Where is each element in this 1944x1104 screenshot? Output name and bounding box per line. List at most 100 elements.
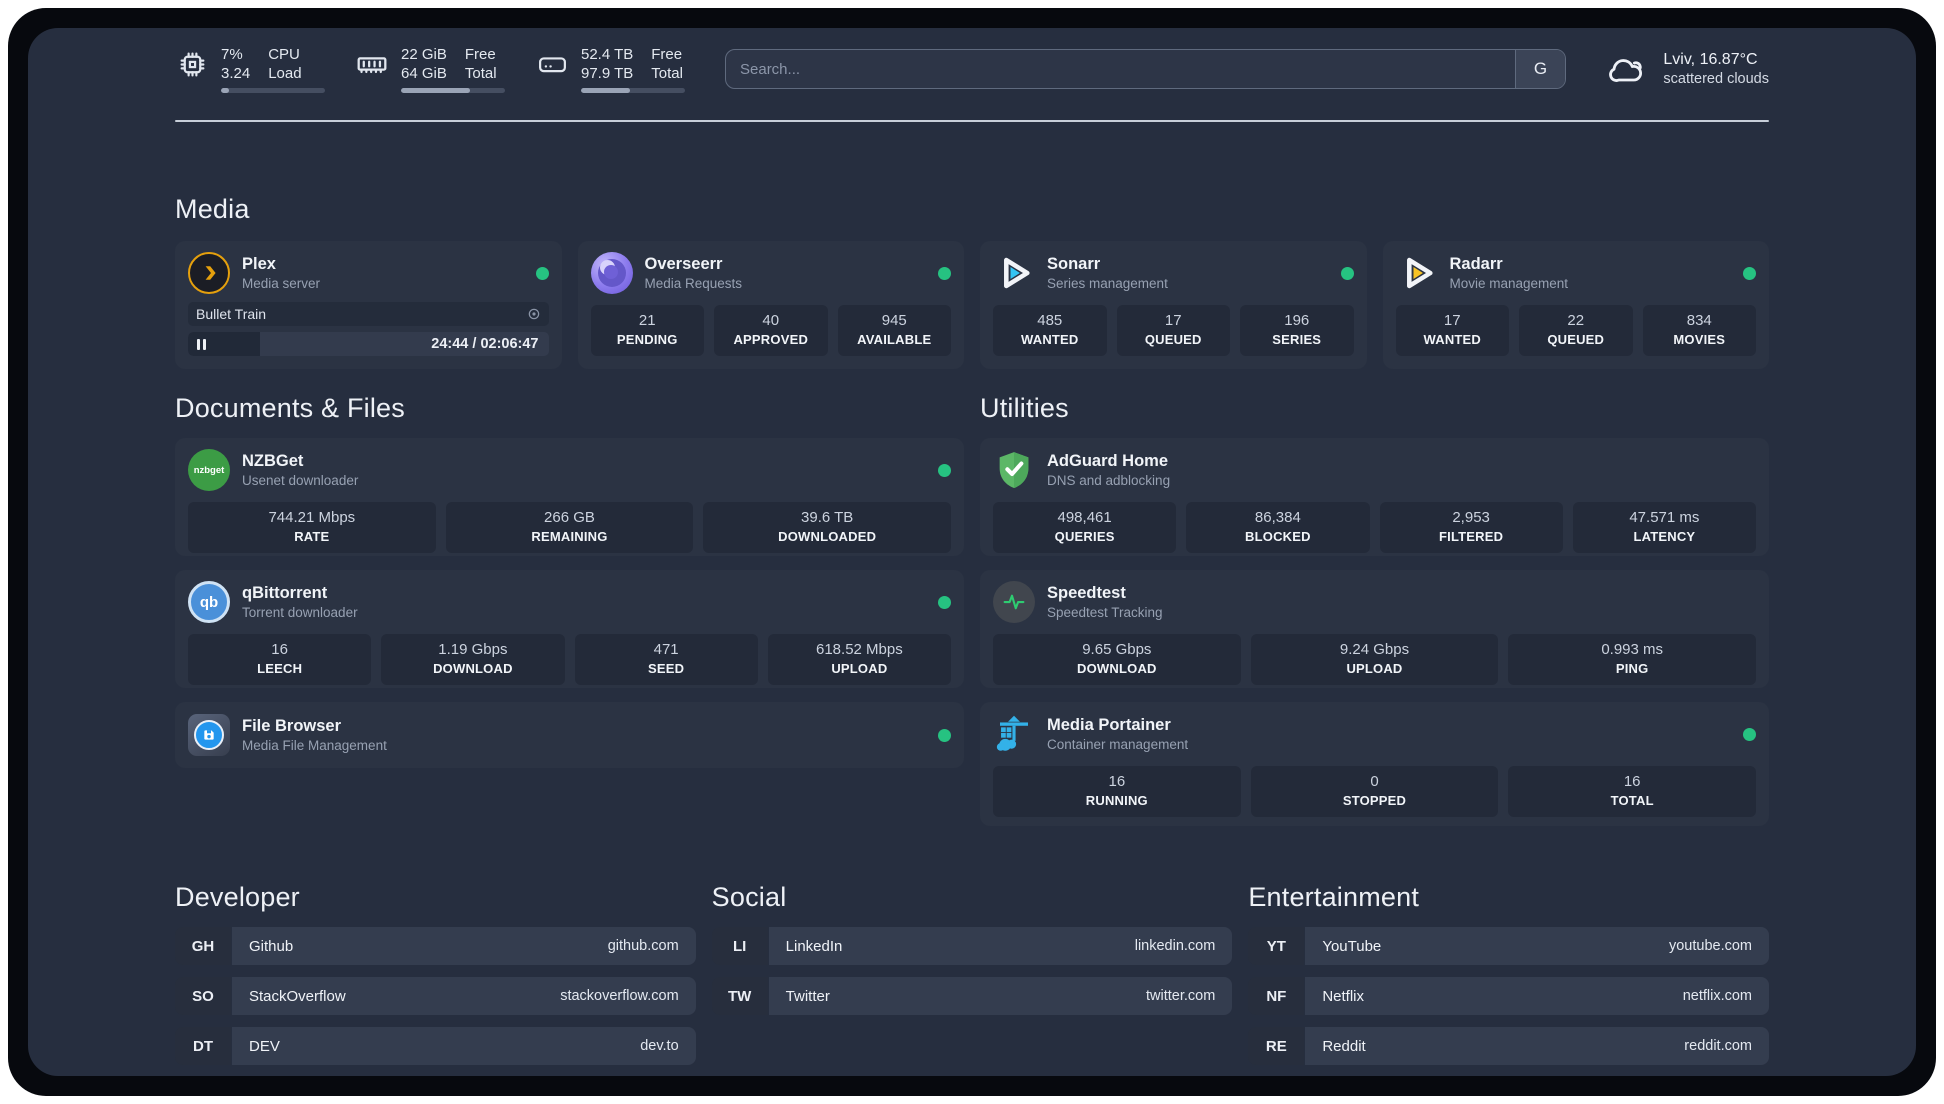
app-title: Media Portainer <box>1047 716 1171 734</box>
stat-tile: 485 WANTED <box>993 305 1107 356</box>
app-card-plex[interactable]: Plex Media server Bullet Train 24:44 / 0… <box>175 241 562 369</box>
app-card-overseerr[interactable]: Overseerr Media Requests 21 PENDING 40 A… <box>577 241 964 369</box>
app-card-adguard[interactable]: AdGuard Home DNS and adblocking 498,461 … <box>980 438 1769 556</box>
bookmark-abbr: GH <box>175 927 231 965</box>
disk-labels: Free Total <box>651 46 683 82</box>
bookmark-abbr: TW <box>711 977 768 1015</box>
stat-tile: 744.21 Mbps RATE <box>188 502 436 553</box>
section-title-entertainment: Entertainment <box>1248 882 1420 912</box>
stat-tile: 618.52 Mbps UPLOAD <box>767 634 951 685</box>
app-subtitle: DNS and adblocking <box>1047 473 1171 488</box>
cpu-icon <box>175 47 209 81</box>
radarr-icon <box>1396 252 1438 294</box>
bookmark-name: Reddit <box>1322 1037 1366 1055</box>
bookmark-url: youtube.com <box>1668 938 1752 954</box>
status-dot <box>1340 266 1354 280</box>
stat-tile: 471 SEED <box>574 634 758 685</box>
app-subtitle: Container management <box>1047 737 1189 752</box>
status-dot <box>938 728 951 742</box>
bookmark-abbr: YT <box>1248 927 1305 965</box>
now-playing-row: Bullet Train <box>188 302 549 326</box>
status-dot <box>535 266 549 280</box>
search-bar: G <box>725 49 1567 89</box>
section-title-utilities: Utilities <box>980 393 1069 423</box>
search-input[interactable] <box>725 49 1567 89</box>
system-stats: 7% 3.24 CPU Load 22 GiB 64 GiB Free Tota… <box>175 45 685 93</box>
app-title: Overseerr <box>644 255 723 273</box>
stat-tile: 21 PENDING <box>590 305 704 356</box>
bookmark-url: reddit.com <box>1684 1038 1752 1054</box>
developer-column: Developer GH Github github.com SO StackO… <box>175 882 696 1076</box>
bookmark-url: netflix.com <box>1682 988 1752 1004</box>
bookmark-name: YouTube <box>1322 937 1382 955</box>
bookmark-dev[interactable]: DT DEV dev.to <box>175 1027 696 1065</box>
cpu-labels: CPU Load <box>268 46 302 82</box>
weather-widget: Lviv, 16.87°C scattered clouds <box>1604 48 1769 90</box>
app-subtitle: Media Requests <box>644 276 743 291</box>
entertainment-column: Entertainment YT YouTube youtube.com NF … <box>1248 882 1769 1076</box>
stat-tile: 16 TOTAL <box>1508 766 1756 817</box>
filebrowser-icon <box>188 714 230 756</box>
bookmark-stackoverflow[interactable]: SO StackOverflow stackoverflow.com <box>175 977 696 1015</box>
status-dot <box>938 595 951 609</box>
media-grid: Plex Media server Bullet Train 24:44 / 0… <box>175 241 1769 369</box>
stat-tile: 945 AVAILABLE <box>837 305 951 356</box>
stat-tile: 834 MOVIES <box>1642 305 1756 356</box>
ram-labels: Free Total <box>464 46 497 82</box>
app-title: Sonarr <box>1047 255 1101 273</box>
bookmark-name: Github <box>249 937 294 955</box>
stat-tile: 2,953 FILTERED <box>1379 502 1563 553</box>
portainer-icon <box>993 713 1035 755</box>
section-title-social: Social <box>711 882 787 912</box>
sonarr-icon <box>993 252 1035 294</box>
playback-time: 24:44 / 02:06:47 <box>431 336 539 352</box>
bookmark-url: github.com <box>607 938 679 954</box>
bookmark-github[interactable]: GH Github github.com <box>175 927 696 965</box>
app-subtitle: Movie management <box>1449 276 1569 291</box>
app-card-radarr[interactable]: Radarr Movie management 17 WANTED 22 QUE… <box>1382 241 1769 369</box>
app-subtitle: Speedtest Tracking <box>1047 605 1163 620</box>
nzbget-icon: nzbget <box>188 449 230 491</box>
app-card-nzbget[interactable]: nzbget NZBGet Usenet downloader 744.21 M… <box>175 438 964 556</box>
dashboard: 7% 3.24 CPU Load 22 GiB 64 GiB Free Tota… <box>28 28 1916 1076</box>
bookmark-reddit[interactable]: RE Reddit reddit.com <box>1248 1027 1769 1065</box>
disk-icon <box>535 47 569 81</box>
app-title: File Browser <box>242 717 342 735</box>
stat-tile: 498,461 QUERIES <box>993 502 1177 553</box>
status-dot <box>1743 727 1756 741</box>
stat-tile: 9.24 Gbps UPLOAD <box>1250 634 1499 685</box>
documents-column: Documents & Files nzbget NZBGet Usenet d… <box>175 393 964 768</box>
app-title: qBittorrent <box>242 584 328 602</box>
app-card-speedtest[interactable]: Speedtest Speedtest Tracking 9.65 Gbps D… <box>980 570 1769 688</box>
adguard-icon <box>993 449 1035 491</box>
search-provider-button[interactable]: G <box>1515 50 1566 88</box>
stat-tile: 40 APPROVED <box>714 305 828 356</box>
app-title: Plex <box>242 255 276 273</box>
app-card-portainer[interactable]: Media Portainer Container management 16 … <box>980 702 1769 826</box>
app-subtitle: Media server <box>242 276 321 291</box>
app-card-sonarr[interactable]: Sonarr Series management 485 WANTED 17 Q… <box>980 241 1367 369</box>
app-subtitle: Torrent downloader <box>242 605 358 620</box>
stat-tile: 9.65 Gbps DOWNLOAD <box>993 634 1241 685</box>
weather-location: Lviv, 16.87°C <box>1663 51 1758 68</box>
ram-stat: 22 GiB 64 GiB Free Total <box>355 45 505 93</box>
bookmark-name: Netflix <box>1322 987 1365 1005</box>
stat-tile: 17 QUEUED <box>1116 305 1230 356</box>
stat-tile: 16 RUNNING <box>993 766 1241 817</box>
topbar-divider <box>175 120 1769 122</box>
stat-tile: 22 QUEUED <box>1519 305 1633 356</box>
bookmark-abbr: DT <box>175 1027 231 1065</box>
bookmark-linkedin[interactable]: LI LinkedIn linkedin.com <box>711 927 1233 965</box>
session-options-icon[interactable] <box>525 305 543 323</box>
app-card-filebrowser[interactable]: File Browser Media File Management <box>175 702 964 768</box>
app-card-qbittorrent[interactable]: qb qBittorrent Torrent downloader 16 LEE… <box>175 570 964 688</box>
bookmark-twitter[interactable]: TW Twitter twitter.com <box>711 977 1233 1015</box>
qbittorrent-icon: qb <box>188 581 230 623</box>
bookmark-url: stackoverflow.com <box>560 988 679 1004</box>
topbar: 7% 3.24 CPU Load 22 GiB 64 GiB Free Tota… <box>175 44 1769 94</box>
bookmark-youtube[interactable]: YT YouTube youtube.com <box>1248 927 1769 965</box>
app-subtitle: Usenet downloader <box>242 473 359 488</box>
pause-icon[interactable] <box>197 338 206 350</box>
bookmark-netflix[interactable]: NF Netflix netflix.com <box>1248 977 1769 1015</box>
bookmark-abbr: SO <box>175 977 231 1015</box>
